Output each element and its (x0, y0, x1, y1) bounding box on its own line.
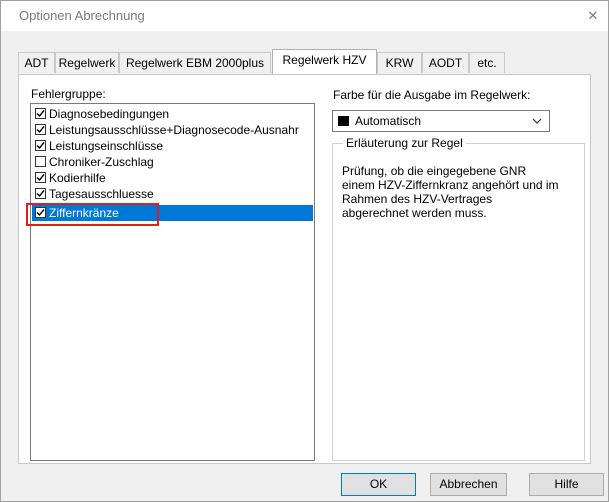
list-item[interactable]: Tagesausschluesse (32, 186, 313, 202)
list-item-selected[interactable]: Ziffernkränze (32, 205, 313, 221)
window-title: Optionen Abrechnung (19, 8, 145, 23)
help-button[interactable]: Hilfe (529, 473, 604, 496)
cancel-button[interactable]: Abbrechen (430, 473, 507, 496)
list-item[interactable]: Leistungsausschlüsse+Diagnosecode-Ausnah… (32, 122, 313, 138)
checkbox[interactable] (35, 188, 46, 199)
ok-button[interactable]: OK (341, 473, 416, 496)
color-swatch (338, 116, 349, 126)
color-label: Farbe für die Ausgabe im Regelwerk: (333, 88, 531, 102)
checkbox[interactable] (35, 140, 46, 151)
list-item-label: Leistungseinschlüsse (49, 139, 164, 153)
checkbox[interactable] (35, 156, 46, 167)
group-title: Erläuterung zur Regel (343, 136, 466, 150)
tab-adt[interactable]: ADT (18, 52, 55, 73)
description-line: Rahmen des HZV-Vertrages (342, 192, 493, 206)
checkbox[interactable] (35, 172, 46, 183)
list-item[interactable]: Chroniker-Zuschlag (32, 154, 313, 170)
tab-regelwerk[interactable]: Regelwerk (55, 52, 119, 73)
list-item-label: Kodierhilfe (49, 171, 106, 185)
fehlergruppe-label: Fehlergruppe: (31, 87, 106, 101)
list-item-label: Chroniker-Zuschlag (49, 155, 154, 169)
checkbox[interactable] (35, 124, 46, 135)
description-line: Prüfung, ob die eingegebene GNR (342, 164, 527, 178)
checkbox[interactable] (35, 108, 46, 119)
checkbox[interactable] (35, 207, 46, 218)
title-bar: Optionen Abrechnung ✕ (1, 1, 608, 31)
description-line: einem HZV-Ziffernkranz angehört und im (342, 178, 559, 192)
rule-explanation-group: Erläuterung zur Regel Prüfung, ob die ei… (332, 136, 585, 461)
list-item-label: Ziffernkränze (49, 206, 119, 220)
close-icon[interactable]: ✕ (578, 1, 608, 31)
list-item-label: Tagesausschluesse (49, 187, 154, 201)
rule-description: Prüfung, ob die eingegebene GNR einem HZ… (342, 164, 572, 220)
chevron-down-icon[interactable] (531, 114, 543, 128)
list-item-label: Diagnosebedingungen (49, 107, 170, 121)
color-select[interactable]: Automatisch (332, 110, 550, 132)
list-item[interactable]: Diagnosebedingungen (32, 106, 313, 122)
tab-regelwerk-hzv[interactable]: Regelwerk HZV (272, 49, 377, 74)
color-select-value: Automatisch (355, 114, 422, 128)
fehlergruppe-list[interactable]: Diagnosebedingungen Leistungsausschlüsse… (30, 103, 315, 461)
tab-etc[interactable]: etc. (469, 52, 505, 73)
tab-regelwerk-ebm-2000plus[interactable]: Regelwerk EBM 2000plus (119, 52, 271, 73)
list-item[interactable]: Leistungseinschlüsse (32, 138, 313, 154)
list-item-label: Leistungsausschlüsse+Diagnosecode-Ausnah… (49, 123, 299, 137)
tab-krw[interactable]: KRW (377, 52, 422, 73)
list-item[interactable]: Kodierhilfe (32, 170, 313, 186)
description-line: abgerechnet werden muss. (342, 206, 487, 220)
tab-aodt[interactable]: AODT (422, 52, 469, 73)
